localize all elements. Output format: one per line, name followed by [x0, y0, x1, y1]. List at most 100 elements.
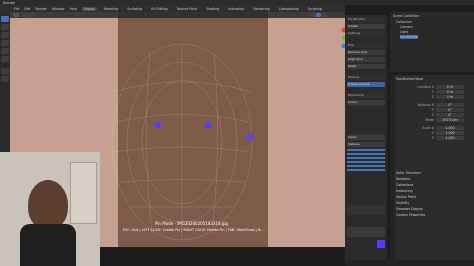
scale-tool-button[interactable]: [1, 48, 9, 54]
properties-object-name[interactable]: FaceBuilderHead: [396, 77, 423, 81]
location-y-field[interactable]: 0 m: [436, 90, 464, 94]
addon-views-row[interactable]: Views: [347, 135, 385, 140]
addon-colors-row[interactable]: Colors: [347, 100, 385, 105]
shading-solid-button[interactable]: [310, 13, 315, 17]
section-instancing[interactable]: Instancing: [396, 189, 413, 193]
tab-sculpting[interactable]: Sculpting: [125, 7, 144, 11]
addon-align-face-button[interactable]: Align face: [347, 57, 385, 62]
editor-type-button[interactable]: [13, 13, 19, 17]
tab-scripting[interactable]: Scripting: [306, 7, 324, 11]
outliner-item[interactable]: Camera: [400, 25, 413, 29]
pin-marker-right-ear: [246, 133, 254, 141]
field-label: Z: [431, 95, 434, 99]
addon-progress-bar-5: [347, 165, 385, 167]
field-label: Y: [432, 90, 434, 94]
webcam-shelf: [70, 162, 97, 224]
webcam-person-placeholder: [28, 180, 68, 230]
pin-mode-hint: ESC: Exit | LEFT CLICK: Create Pin | RIG…: [123, 228, 265, 232]
outliner-item-selected[interactable]: FaceBuilder: [400, 35, 419, 39]
field-label: Z: [431, 113, 434, 117]
addon-texture-section[interactable]: Texture: [347, 75, 385, 80]
field-label: Mode: [425, 118, 434, 122]
field-label: Z: [431, 136, 434, 140]
rotate-tool-button[interactable]: [1, 40, 9, 46]
section-visibility[interactable]: Visibility: [396, 201, 409, 205]
rotation-mode-select[interactable]: XYZ Euler: [436, 118, 464, 122]
addon-progress-bar: [347, 149, 385, 151]
viewport-header: [10, 12, 345, 18]
scale-y-field[interactable]: 1.000: [436, 131, 464, 135]
rotation-y-field[interactable]: 0°: [436, 108, 464, 112]
addon-remove-pins-button[interactable]: Remove pins: [347, 50, 385, 55]
outliner-panel: Scene Collection Collection Camera Light…: [390, 12, 474, 72]
transform-tool-button[interactable]: [1, 56, 9, 62]
tab-animation[interactable]: Animation: [226, 7, 246, 11]
location-z-field[interactable]: 0 m: [436, 95, 464, 99]
rotation-x-field[interactable]: 0°: [436, 103, 464, 107]
measure-tool-button[interactable]: [1, 76, 9, 82]
section-collections[interactable]: Collections: [396, 183, 413, 187]
scale-z-field[interactable]: 1.000: [436, 136, 464, 140]
move-tool-button[interactable]: [1, 32, 9, 38]
field-label: Y: [432, 108, 434, 112]
tab-modeling[interactable]: Modeling: [102, 7, 121, 11]
section-relations[interactable]: Relations: [396, 177, 411, 181]
tab-texture-paint[interactable]: Texture Paint: [175, 7, 200, 11]
webcam-overlay: [0, 152, 100, 266]
window-title: Blender: [3, 0, 16, 5]
addon-panel: FaceBuilder Create Settings Pins Remove …: [345, 15, 387, 265]
addon-reset-button[interactable]: Reset: [347, 64, 385, 69]
section-motion-paths[interactable]: Motion Paths: [396, 195, 416, 199]
field-label: Rotation X: [417, 103, 434, 107]
pin-marker-left-eye: [154, 121, 162, 129]
addon-progress-bar-4: [347, 161, 385, 163]
addon-color-swatch[interactable]: [377, 240, 385, 248]
menu-edit[interactable]: Edit: [24, 7, 30, 11]
addon-camera-row[interactable]: Camera: [347, 142, 385, 147]
section-custom-properties[interactable]: Custom Properties: [396, 213, 425, 217]
field-label: Y: [432, 131, 434, 135]
pin-mode-label: Pin Mode - IMG20200205183318.jpg: [155, 221, 228, 226]
menu-help[interactable]: Help: [69, 7, 76, 11]
addon-progress-bar-2: [347, 153, 385, 155]
shading-material-button[interactable]: [316, 13, 321, 17]
addon-settings-section[interactable]: Settings: [347, 31, 385, 36]
menu-file[interactable]: File: [14, 7, 19, 11]
outliner-item[interactable]: Light: [400, 30, 408, 34]
addon-wireframe-section[interactable]: Wireframe: [347, 93, 385, 98]
status-bar: [345, 260, 474, 266]
shading-rendered-button[interactable]: [322, 13, 327, 17]
properties-panel: FaceBuilderHead Location X 0 m Y 0 m Z 0…: [390, 75, 474, 260]
tab-rendering[interactable]: Rendering: [251, 7, 271, 11]
addon-create-texture-button[interactable]: Create texture: [347, 82, 385, 87]
pin-marker-right-eye: [204, 121, 212, 129]
tab-shading[interactable]: Shading: [204, 7, 221, 11]
menu-bar: File Edit Render Window Help Layout Mode…: [0, 5, 345, 12]
mode-selector[interactable]: [22, 13, 36, 17]
webcam-person-shirt: [20, 224, 76, 266]
annotate-tool-button[interactable]: [1, 68, 9, 74]
field-label: Scale X: [422, 126, 434, 130]
outliner-title: Scene Collection: [393, 14, 420, 18]
addon-create-button[interactable]: Create: [347, 24, 385, 29]
properties-tab-column: [390, 75, 394, 260]
addon-progress-bar-3: [347, 157, 385, 159]
addon-preview-box-2: [347, 227, 385, 237]
section-viewport-display[interactable]: Viewport Display: [396, 207, 423, 211]
addon-pins-section[interactable]: Pins: [347, 43, 385, 48]
tab-compositing[interactable]: Compositing: [277, 7, 301, 11]
addon-progress-bar-6: [347, 169, 385, 171]
menu-render[interactable]: Render: [36, 7, 47, 11]
tab-layout[interactable]: Layout: [81, 6, 97, 11]
rotation-z-field[interactable]: 0°: [436, 113, 464, 117]
location-x-field[interactable]: 0 m: [436, 85, 464, 89]
menu-window[interactable]: Window: [52, 7, 65, 11]
section-delta-transform[interactable]: Delta Transform: [396, 171, 421, 175]
select-tool-button[interactable]: [1, 16, 9, 22]
tab-uv-editing[interactable]: UV Editing: [149, 7, 170, 11]
outliner-item[interactable]: Collection: [396, 20, 412, 24]
addon-tab-facebuilder[interactable]: FaceBuilder: [347, 17, 385, 22]
scale-x-field[interactable]: 1.000: [436, 126, 464, 130]
field-label: Location X: [417, 85, 434, 89]
cursor-tool-button[interactable]: [1, 24, 9, 30]
